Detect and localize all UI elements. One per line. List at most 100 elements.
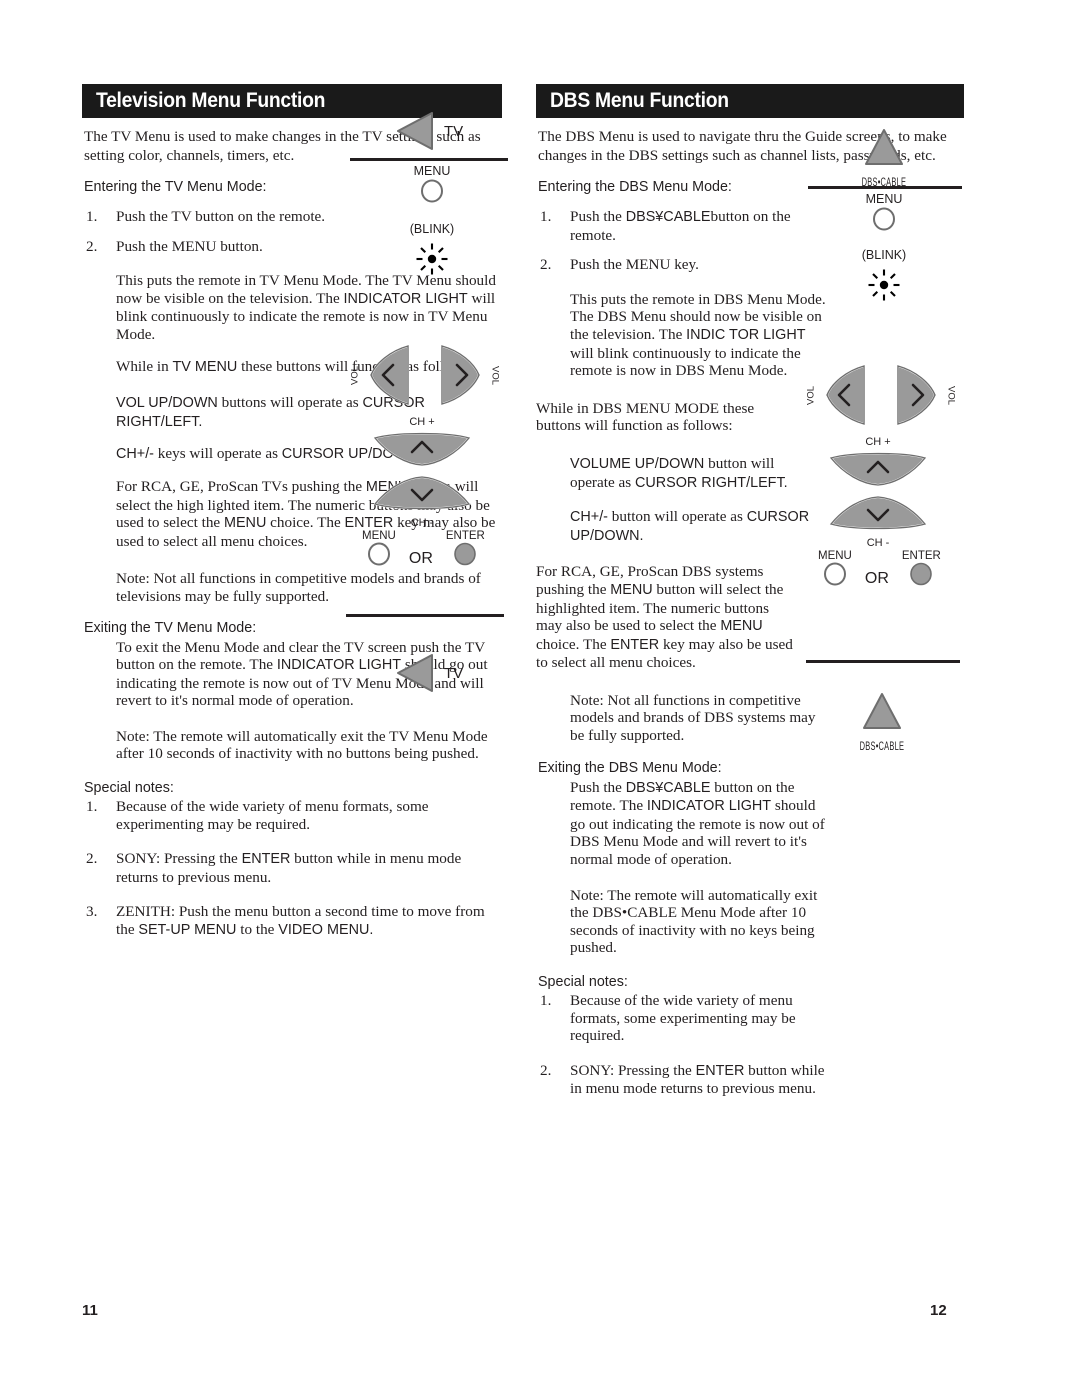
right-rule-2 [806, 660, 960, 663]
channel-up-figure-1: CH + [372, 416, 472, 473]
dbs-cable-triangle-icon[interactable] [861, 126, 907, 168]
channel-down-arrow-button-2[interactable] [828, 494, 928, 534]
tv-button-figure-2: TV [392, 652, 463, 694]
left-while-tv-menu: TV MENU [172, 358, 238, 375]
left-rca-1: For RCA, GE, ProScan TVs pushing the [116, 477, 366, 495]
tv-triangle-icon[interactable] [392, 110, 438, 152]
left-mode-paragraph: This puts the remote in TV Menu Mode. Th… [116, 272, 502, 343]
dbs-cable-button-figure-1: DBS•CABLE [840, 126, 928, 191]
channel-up-arrow-button[interactable] [372, 428, 472, 468]
left-note-support: Note: Not all functions in competitive m… [116, 570, 481, 605]
left-step-1-text: Push the TV button on the remote. [116, 208, 326, 225]
right-while-paragraph: While in DBS MENU MODE these buttons wil… [536, 399, 755, 435]
menu-circle-icon-4[interactable] [822, 562, 848, 586]
right-rca-menu2: MENU [720, 618, 763, 635]
left-special-3-setup: SET-UP MENU [138, 922, 237, 939]
volume-down-left-arrow-button-2[interactable] [822, 364, 870, 426]
blink-indicator-figure-2: (BLINK) [850, 248, 918, 307]
right-ch-keys: CH+/- [570, 509, 608, 526]
left-special-3c: to the [236, 921, 279, 939]
blink-light-icon [416, 243, 448, 275]
left-special-1-number: 1. [86, 798, 98, 816]
volume-up-right-arrow-button-2[interactable] [892, 364, 940, 426]
menu-button-figure-2: MENU [854, 192, 914, 236]
right-special-1-text: Because of the wide variety of menu form… [570, 992, 796, 1045]
left-vol-b: buttons will operate as [217, 394, 363, 412]
right-special-2a: SONY: Pressing the [570, 1061, 696, 1079]
left-special-2-number: 2. [86, 850, 98, 868]
right-page-header-bar: DBS Menu Function [536, 84, 964, 118]
menu-circle-icon-2[interactable] [366, 542, 392, 566]
page-title-2: DBS Menu Function [550, 89, 729, 112]
right-special-2: 2. SONY: Pressing the ENTER button while… [536, 1062, 832, 1098]
tv-triangle-icon-2[interactable] [392, 652, 438, 694]
enter-circle-icon[interactable] [452, 542, 478, 566]
volume-down-left-arrow-button[interactable] [366, 344, 414, 406]
blink-label-2: (BLINK) [861, 248, 907, 262]
right-rca-paragraph: For RCA, GE, ProScan DBS systems pushing… [536, 563, 798, 672]
right-step-1a: Push the [570, 208, 626, 225]
right-step-2-number: 2. [540, 256, 552, 274]
enter-circle-icon-2[interactable] [908, 562, 934, 586]
vol-left-label-2: VOL [805, 385, 817, 405]
right-ch-b: button will operate as [607, 508, 747, 526]
page-number-left: 11 [82, 1302, 98, 1319]
right-exiting-heading: Exiting the DBS Menu Mode: [538, 759, 722, 776]
right-rca-menu: MENU [610, 581, 653, 598]
menu-small-label: MENU [362, 530, 396, 542]
left-rule-1 [350, 158, 508, 161]
channel-down-arrow-button[interactable] [372, 474, 472, 514]
left-note-auto: Note: The remote will automatically exit… [116, 727, 488, 763]
volume-buttons-figure-1: VOL VOL [344, 344, 506, 406]
menu-circle-icon-3[interactable] [871, 207, 897, 231]
or-label-2: OR [864, 570, 889, 587]
channel-down-figure-1: CH - [372, 474, 472, 529]
dbs-cable-triangle-icon-2[interactable] [859, 690, 905, 732]
right-special-2-number: 2. [540, 1061, 552, 1079]
right-step-1-number: 1. [540, 208, 552, 225]
right-rca-3: choice. The [536, 635, 611, 653]
enter-small-label-2: ENTER [901, 550, 941, 562]
right-vol-cursor: CURSOR RIGHT/LEFT. [634, 474, 788, 491]
tv-button-label-2: TV [444, 664, 464, 682]
left-special-2: 2. SONY: Pressing the ENTER button while… [82, 850, 502, 886]
menu-circle-icon[interactable] [419, 179, 445, 203]
left-ch-b: keys will operate as [153, 445, 282, 463]
menu-or-enter-figure-2: MENU OR ENTER [818, 550, 941, 591]
tv-button-figure-1: TV [392, 110, 463, 152]
volume-up-right-arrow-button[interactable] [436, 344, 484, 406]
left-special-2-enter: ENTER [241, 851, 291, 868]
left-mode-indicator-light: INDICATOR LIGHT [343, 290, 468, 307]
left-special-1-text: Because of the wide variety of menu form… [116, 798, 429, 833]
left-vol-updown: VOL UP/DOWN [116, 395, 218, 412]
right-mode-paragraph: This puts the remote in DBS Menu Mode. T… [570, 291, 832, 380]
left-special-3-video: VIDEO MENU. [278, 922, 374, 939]
menu-button-figure-1: MENU [402, 164, 462, 208]
right-rca-enter: ENTER [610, 636, 660, 653]
vol-right-label-2: VOL [945, 385, 957, 405]
channel-up-arrow-button-2[interactable] [828, 448, 928, 488]
dbs-cable-button-figure-2: DBS•CABLE [838, 690, 926, 755]
left-rca-menu2: MENU [223, 515, 267, 532]
right-rule-1 [808, 186, 962, 189]
channel-up-figure-2: CH + [828, 436, 928, 493]
left-special-3: 3. ZENITH: Push the menu button a second… [82, 903, 502, 939]
right-special-1: 1. Because of the wide variety of menu f… [536, 992, 832, 1045]
page-title: Television Menu Function [96, 89, 326, 112]
left-exiting-indicator: INDICATOR LIGHT [276, 657, 402, 674]
blink-light-icon-2 [868, 269, 900, 301]
ch-down-label-2: CH - [866, 537, 890, 549]
left-step-1-number: 1. [86, 208, 98, 225]
right-exiting-dbs-cable: DBS¥CABLE [625, 779, 711, 796]
right-special-heading: Special notes: [538, 974, 628, 990]
right-vol-paragraph: VOLUME UP/DOWN button will operate as CU… [570, 455, 822, 492]
blink-indicator-figure-1: (BLINK) [398, 222, 466, 281]
ch-down-label: CH - [410, 517, 434, 529]
vol-left-label: VOL [349, 365, 361, 385]
channel-down-figure-2: CH - [828, 494, 928, 549]
right-step-2-text: Push the MENU key. [570, 256, 699, 274]
right-exiting-paragraph: Push the DBS¥CABLE button on the remote.… [570, 779, 832, 869]
right-exiting-indicator: INDICATOR LIGHT [646, 798, 772, 815]
vol-right-label: VOL [489, 365, 501, 385]
right-special-2-enter: ENTER [695, 1062, 745, 1079]
